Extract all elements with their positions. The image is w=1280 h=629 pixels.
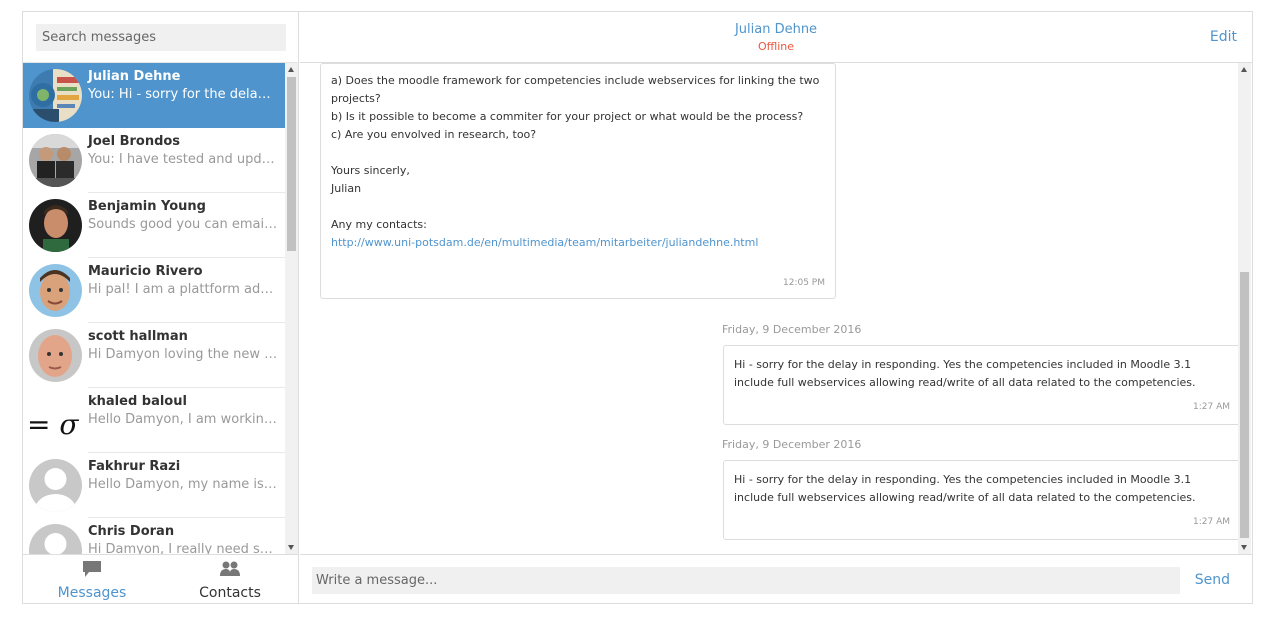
conversation-preview: Hi Damyon loving the new features — [88, 347, 278, 362]
message-line: b) Is it possible to become a commiter f… — [331, 110, 804, 123]
contact-status: Offline — [757, 40, 795, 53]
message-line: include full webservices allowing read/w… — [734, 376, 1196, 389]
tab-messages-label: Messages — [57, 585, 127, 601]
conversation-item-khaled-baloul[interactable]: = σ khaled baloul Hello Damyon, I am wor… — [23, 388, 285, 453]
message-time: 12:05 PM — [783, 278, 825, 288]
conversation-item-joel-brondos[interactable]: Joel Brondos You: I have tested and upda… — [23, 128, 285, 193]
message-line: Any my contacts: — [331, 218, 427, 231]
conversation-preview: You: Hi - sorry for the delay in respond… — [88, 87, 278, 102]
conversation-item-scott-hallman[interactable]: scott hallman Hi Damyon loving the new f… — [23, 323, 285, 388]
message-link[interactable]: http://www.uni-potsdam.de/en/multimedia/… — [331, 234, 825, 252]
tab-contacts[interactable]: Contacts — [161, 555, 299, 604]
conversation-item-fakhrur-razi[interactable]: Fakhrur Razi Hello Damyon, my name is Fa… — [23, 453, 285, 518]
conversation-scrollbar[interactable] — [285, 63, 298, 554]
contact-name[interactable]: Julian Dehne — [300, 22, 1252, 37]
tab-contacts-label: Contacts — [199, 585, 261, 601]
day-separator: Friday, 9 December 2016 — [722, 438, 862, 451]
speech-bubble-icon — [82, 560, 102, 582]
conversation-name: Fakhrur Razi — [88, 459, 181, 474]
avatar — [29, 329, 82, 382]
conversation-item-chris-doran[interactable]: Chris Doran Hi Damyon, I really need som… — [23, 518, 285, 554]
message-sent: Hi - sorry for the delay in responding. … — [723, 460, 1241, 540]
day-separator: Friday, 9 December 2016 — [722, 323, 862, 336]
messaging-drawer: Julian Dehne You: Hi - sorry for the del… — [22, 11, 1253, 604]
avatar: = σ — [29, 394, 82, 447]
message-line: Hi - sorry for the delay in responding. … — [734, 358, 1192, 371]
scroll-down-arrow-icon[interactable] — [288, 545, 294, 550]
message-time: 1:27 AM — [1193, 402, 1230, 412]
edit-button[interactable]: Edit — [1210, 29, 1237, 45]
message-line: Yours sincerly, — [331, 164, 410, 177]
avatar — [29, 524, 82, 554]
message-area: a) Does the moodle framework for compete… — [300, 63, 1252, 554]
message-line — [331, 144, 825, 162]
svg-text:= σ: = σ — [29, 408, 79, 441]
conversation-name: Julian Dehne — [88, 69, 181, 84]
conversation-panel: Julian Dehne You: Hi - sorry for the del… — [23, 12, 299, 603]
people-icon — [219, 560, 241, 582]
scroll-up-arrow-icon[interactable] — [288, 67, 294, 72]
scroll-thumb[interactable] — [1240, 272, 1249, 538]
compose-area: Send — [300, 554, 1252, 603]
message-line: Hi - sorry for the delay in responding. … — [734, 473, 1192, 486]
search-area — [23, 12, 298, 63]
conversation-name: scott hallman — [88, 329, 188, 344]
conversation-item-benjamin-young[interactable]: Benjamin Young Sounds good you can email… — [23, 193, 285, 258]
conversation-preview: Hi pal! I am a plattform administrator — [88, 282, 278, 297]
panel-footer: Messages Contacts — [23, 554, 299, 603]
conversation-preview: You: I have tested and updated the plugi… — [88, 152, 278, 167]
scroll-up-arrow-icon[interactable] — [1241, 67, 1247, 72]
conversation-name: Chris Doran — [88, 524, 175, 539]
send-button[interactable]: Send — [1195, 572, 1230, 588]
message-sent: Hi - sorry for the delay in responding. … — [723, 345, 1241, 425]
message-line: projects? — [331, 92, 381, 105]
conversation-name: Benjamin Young — [88, 199, 206, 214]
avatar — [29, 69, 82, 122]
message-time: 1:27 AM — [1193, 517, 1230, 527]
conversation-preview: Sounds good you can email me — [88, 217, 278, 232]
tab-messages[interactable]: Messages — [23, 555, 161, 604]
conversation-preview: Hi Damyon, I really need some help — [88, 542, 278, 554]
conversation-item-mauricio-rivero[interactable]: Mauricio Rivero Hi pal! I am a plattform… — [23, 258, 285, 323]
conversation-name: Mauricio Rivero — [88, 264, 203, 279]
search-input[interactable] — [36, 24, 286, 51]
conversation-item-julian-dehne[interactable]: Julian Dehne You: Hi - sorry for the del… — [23, 63, 285, 128]
message-line: a) Does the moodle framework for compete… — [331, 74, 820, 87]
avatar — [29, 264, 82, 317]
avatar — [29, 134, 82, 187]
scroll-thumb[interactable] — [287, 77, 296, 251]
avatar — [29, 199, 82, 252]
message-line: Julian — [331, 182, 362, 195]
message-line: include full webservices allowing read/w… — [734, 491, 1196, 504]
conversation-list[interactable]: Julian Dehne You: Hi - sorry for the del… — [23, 63, 299, 554]
conversation-preview: Hello Damyon, my name is Fakhrur — [88, 477, 278, 492]
message-input[interactable] — [312, 567, 1180, 594]
message-scrollbar[interactable] — [1238, 63, 1251, 554]
conversation-header: Julian Dehne Offline Edit — [300, 12, 1252, 63]
conversation-name: Joel Brondos — [88, 134, 181, 149]
message-received: a) Does the moodle framework for compete… — [320, 63, 836, 299]
avatar — [29, 459, 82, 512]
conversation-view: Julian Dehne Offline Edit a) Does the mo… — [300, 12, 1252, 603]
scroll-down-arrow-icon[interactable] — [1241, 545, 1247, 550]
message-line: c) Are you envolved in research, too? — [331, 128, 537, 141]
conversation-name: khaled baloul — [88, 394, 187, 409]
message-line — [331, 198, 825, 216]
conversation-preview: Hello Damyon, I am working on a project — [88, 412, 278, 427]
